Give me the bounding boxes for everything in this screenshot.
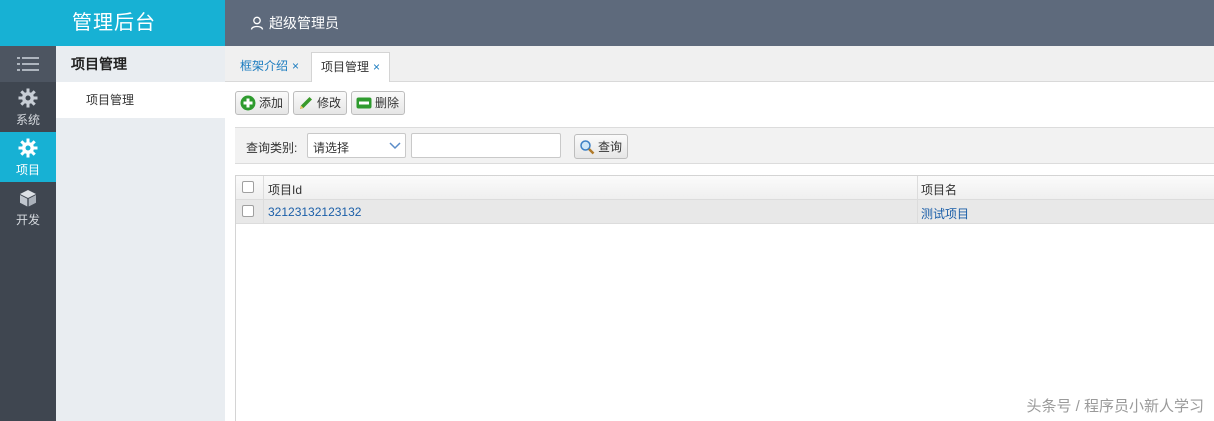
tab-project-manage[interactable]: 项目管理 × xyxy=(311,52,391,82)
sidebar: 项目管理 项目管理 xyxy=(56,46,225,421)
rail-item-project[interactable]: 项目 xyxy=(0,132,56,182)
icon-rail: 系统 项目 开发 xyxy=(0,46,56,421)
rail-item-develop[interactable]: 开发 xyxy=(0,182,56,232)
close-icon[interactable]: × xyxy=(373,60,380,74)
rail-label-project: 项目 xyxy=(15,163,40,177)
select-all-checkbox[interactable] xyxy=(242,181,254,193)
toolbar: 添加 修改 删除 xyxy=(235,91,406,117)
column-header-id[interactable]: 项目Id xyxy=(268,181,302,198)
current-user[interactable]: 超级管理员 xyxy=(250,0,339,46)
add-button-label: 添加 xyxy=(259,96,284,110)
minus-icon xyxy=(356,97,372,109)
brand-title: 管理后台 xyxy=(0,0,225,46)
cell-project-id: 32123132123132 xyxy=(268,205,362,219)
query-input[interactable] xyxy=(411,133,561,158)
column-header-name[interactable]: 项目名 xyxy=(921,181,957,198)
search-icon xyxy=(580,139,595,154)
cell-project-name: 测试项目 xyxy=(921,207,970,221)
edit-button[interactable]: 修改 xyxy=(293,91,348,115)
rail-label-develop: 开发 xyxy=(15,213,40,227)
grid-header: 项目Id 项目名 xyxy=(236,176,1214,200)
menu-toggle[interactable] xyxy=(0,46,56,82)
rail-label-system: 系统 xyxy=(15,113,40,127)
cube-icon xyxy=(20,190,36,207)
tab-label: 项目管理 xyxy=(321,60,370,74)
query-category-select[interactable]: 请选择 xyxy=(307,133,406,158)
gear-icon xyxy=(18,88,38,108)
plus-icon xyxy=(240,95,256,111)
edit-button-label: 修改 xyxy=(317,96,342,110)
column-divider xyxy=(917,200,918,224)
search-button-label: 查询 xyxy=(598,139,623,154)
rail-item-system[interactable]: 系统 xyxy=(0,82,56,132)
tab-bar: 框架介绍 × 项目管理 × xyxy=(225,46,1214,82)
table-row[interactable]: 32123132123132 测试项目 xyxy=(236,200,1214,224)
sidebar-title: 项目管理 xyxy=(56,46,225,82)
menu-icon xyxy=(17,57,39,71)
sidebar-item-project-manage[interactable]: 项目管理 xyxy=(56,82,225,118)
chevron-down-icon xyxy=(389,142,401,150)
delete-button[interactable]: 删除 xyxy=(351,91,406,115)
top-bar: 管理后台 超级管理员 xyxy=(0,0,1214,46)
query-bar: 查询类别: 请选择 查询 xyxy=(235,127,1214,164)
tab-label: 框架介绍 xyxy=(240,59,289,73)
gear-icon xyxy=(18,138,38,158)
pencil-icon xyxy=(300,97,313,109)
delete-button-label: 删除 xyxy=(375,96,400,110)
select-value: 请选择 xyxy=(313,141,350,155)
column-divider xyxy=(263,176,264,200)
close-icon[interactable]: × xyxy=(292,59,299,73)
tab-framework-intro[interactable]: 框架介绍 × xyxy=(231,52,308,81)
user-icon xyxy=(250,16,264,30)
user-name: 超级管理员 xyxy=(269,15,339,31)
column-divider xyxy=(917,176,918,200)
data-grid: 项目Id 项目名 32123132123132 测试项目 xyxy=(235,175,1214,421)
query-category-label: 查询类别: xyxy=(246,141,298,155)
row-checkbox[interactable] xyxy=(242,205,254,217)
column-divider xyxy=(263,200,264,224)
add-button[interactable]: 添加 xyxy=(235,91,290,115)
search-button[interactable]: 查询 xyxy=(574,134,629,159)
watermark: 头条号 / 程序员小新人学习 xyxy=(1026,398,1204,415)
